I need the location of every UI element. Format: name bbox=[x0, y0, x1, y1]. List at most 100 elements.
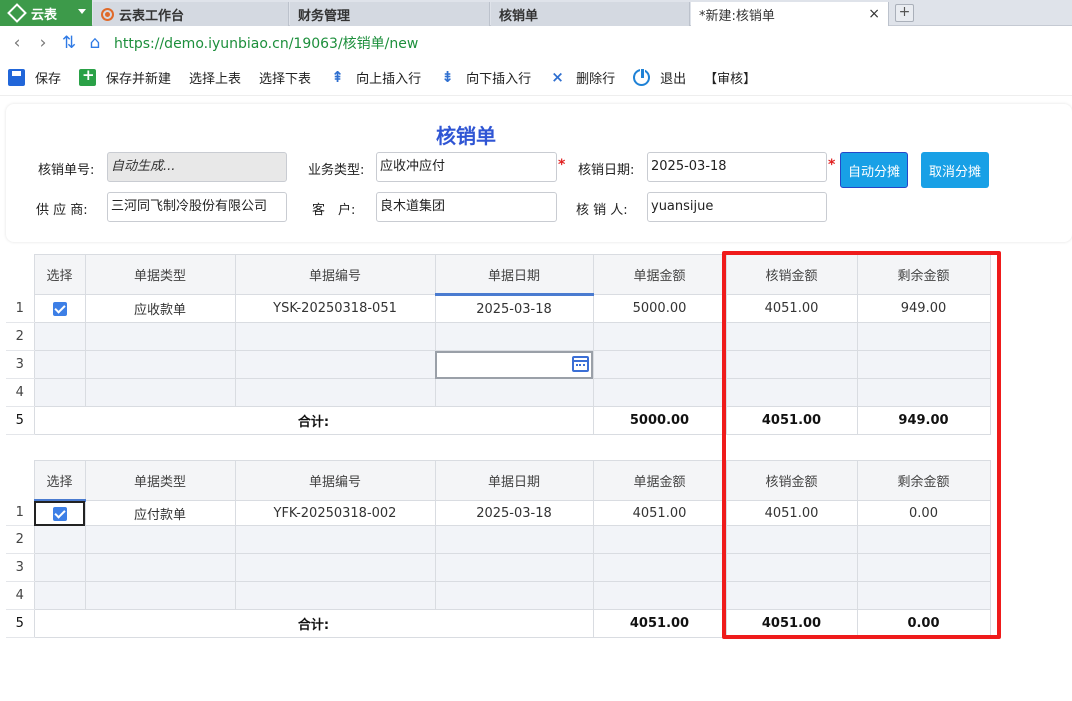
grid-cell[interactable] bbox=[33, 553, 86, 582]
grid-cell[interactable] bbox=[84, 581, 236, 610]
grid-cell[interactable] bbox=[84, 378, 236, 407]
grid-cell[interactable] bbox=[84, 350, 236, 379]
insert-above-icon: ⇞ bbox=[331, 68, 344, 86]
grid-cell[interactable] bbox=[84, 525, 236, 554]
grid-cell[interactable] bbox=[234, 525, 436, 554]
col-select[interactable]: 选择 bbox=[33, 254, 86, 295]
select-lower-table-button[interactable]: 选择下表 bbox=[259, 68, 311, 87]
home-icon[interactable]: ⌂ bbox=[82, 33, 108, 53]
exit-button[interactable]: 退出 bbox=[633, 68, 686, 87]
grid-cell[interactable] bbox=[592, 378, 727, 407]
row-number: 2 bbox=[6, 525, 34, 554]
grid-cell[interactable] bbox=[234, 378, 436, 407]
grid-cell[interactable] bbox=[434, 378, 594, 407]
back-icon[interactable]: ‹ bbox=[4, 33, 30, 53]
doc-date-cell[interactable]: 2025-03-18 bbox=[434, 500, 594, 526]
insert-row-above-button[interactable]: ⇞ 向上插入行 bbox=[329, 68, 421, 88]
checkbox-checked-icon[interactable] bbox=[52, 506, 67, 521]
save-button[interactable]: 保存 bbox=[8, 68, 61, 87]
col-doc-amount[interactable]: 单据金额 bbox=[592, 460, 727, 501]
required-mark: * bbox=[828, 157, 836, 173]
select-upper-table-button[interactable]: 选择上表 bbox=[189, 68, 241, 87]
date-picker-cell[interactable] bbox=[434, 350, 594, 379]
grid-cell[interactable] bbox=[592, 581, 727, 610]
url-field[interactable]: https://demo.iyunbiao.cn/19063/核销单/new bbox=[114, 33, 418, 53]
tab-finance[interactable]: 财务管理 bbox=[290, 2, 490, 26]
insert-below-label: 向下插入行 bbox=[466, 72, 532, 87]
cancel-allocate-button[interactable]: 取消分摊 bbox=[921, 152, 989, 188]
save-and-new-button[interactable]: 保存并新建 bbox=[79, 66, 172, 87]
row-number: 4 bbox=[6, 581, 34, 610]
select-cell[interactable] bbox=[33, 500, 86, 526]
insert-row-below-button[interactable]: ⇟ 向下插入行 bbox=[439, 68, 532, 88]
grid-cell[interactable] bbox=[33, 581, 86, 610]
app-logo-icon bbox=[7, 3, 27, 23]
col-doc-type[interactable]: 单据类型 bbox=[84, 254, 236, 295]
total-doc-amount: 5000.00 bbox=[592, 406, 727, 435]
col-doc-date[interactable]: 单据日期 bbox=[434, 254, 594, 296]
grid-cell[interactable] bbox=[234, 581, 436, 610]
tab-workbench[interactable]: 云表工作台 bbox=[93, 2, 289, 26]
doc-no-field: 自动生成... bbox=[107, 152, 287, 182]
grid-cell[interactable] bbox=[234, 322, 436, 351]
row-number: 5 bbox=[6, 406, 34, 435]
col-doc-code[interactable]: 单据编号 bbox=[234, 460, 436, 501]
col-doc-amount[interactable]: 单据金额 bbox=[592, 254, 727, 295]
refresh-icon[interactable]: ⇅ bbox=[56, 33, 82, 53]
close-icon[interactable]: × bbox=[868, 6, 880, 22]
tab-writeoff[interactable]: 核销单 bbox=[491, 2, 690, 26]
grid-cell[interactable] bbox=[434, 553, 594, 582]
total-doc-amount: 4051.00 bbox=[592, 609, 727, 638]
col-doc-date[interactable]: 单据日期 bbox=[434, 460, 594, 501]
grid-cell[interactable] bbox=[592, 322, 727, 351]
grid-cell[interactable] bbox=[592, 350, 727, 379]
grid-cell[interactable] bbox=[33, 525, 86, 554]
calendar-icon[interactable] bbox=[571, 356, 589, 372]
required-mark: * bbox=[558, 157, 566, 173]
col-select[interactable]: 选择 bbox=[33, 460, 86, 502]
total-label: 合计: bbox=[33, 406, 594, 435]
doc-amount-cell[interactable]: 5000.00 bbox=[592, 294, 727, 323]
delete-row-button[interactable]: ⨯ 删除行 bbox=[549, 68, 615, 88]
biz-type-field[interactable]: 应收冲应付 bbox=[376, 152, 557, 182]
operator-field[interactable]: yuansijue bbox=[647, 192, 827, 222]
new-tab-button[interactable]: + bbox=[895, 4, 914, 22]
customer-field[interactable]: 良木道集团 bbox=[376, 192, 557, 222]
supplier-field[interactable]: 三河同飞制冷股份有限公司 bbox=[107, 192, 287, 222]
grid-cell[interactable] bbox=[234, 350, 436, 379]
grid-cell[interactable] bbox=[592, 525, 727, 554]
grid-cell[interactable] bbox=[434, 322, 594, 351]
doc-type-cell[interactable]: 应收款单 bbox=[84, 294, 236, 323]
save-and-new-label: 保存并新建 bbox=[106, 72, 172, 87]
date-field[interactable]: 2025-03-18 bbox=[647, 152, 827, 182]
doc-code-cell[interactable]: YSK-20250318-051 bbox=[234, 294, 436, 323]
col-doc-code[interactable]: 单据编号 bbox=[234, 254, 436, 295]
grid-cell[interactable] bbox=[84, 553, 236, 582]
tab-label: 云表工作台 bbox=[119, 8, 185, 24]
grid-cell[interactable] bbox=[592, 553, 727, 582]
grid-cell[interactable] bbox=[234, 553, 436, 582]
grid-cell[interactable] bbox=[33, 378, 86, 407]
grid-cell[interactable] bbox=[33, 350, 86, 379]
forward-icon[interactable]: › bbox=[30, 33, 56, 53]
total-label: 合计: bbox=[33, 609, 594, 638]
doc-type-cell[interactable]: 应付款单 bbox=[84, 500, 236, 526]
grid-cell[interactable] bbox=[434, 581, 594, 610]
doc-date-cell[interactable]: 2025-03-18 bbox=[434, 294, 594, 323]
doc-amount-cell[interactable]: 4051.00 bbox=[592, 500, 727, 526]
grid-cell[interactable] bbox=[84, 322, 236, 351]
auto-allocate-button[interactable]: 自动分摊 bbox=[840, 152, 908, 188]
doc-code-cell[interactable]: YFK-20250318-002 bbox=[234, 500, 436, 526]
tab-label: 核销单 bbox=[499, 8, 539, 24]
col-doc-type[interactable]: 单据类型 bbox=[84, 460, 236, 501]
audit-button[interactable]: 【审核】 bbox=[704, 68, 756, 87]
grid-cell[interactable] bbox=[434, 525, 594, 554]
audit-label: 【审核】 bbox=[704, 72, 757, 87]
grid-cell[interactable] bbox=[33, 322, 86, 351]
checkbox-checked-icon[interactable] bbox=[52, 301, 67, 316]
select-cell[interactable] bbox=[33, 294, 86, 323]
chevron-down-icon[interactable] bbox=[78, 9, 86, 14]
tab-new-writeoff[interactable]: *新建:核销单 × bbox=[691, 2, 889, 26]
date-label: 核销日期: bbox=[578, 163, 635, 178]
app-logo-tab[interactable]: 云表 bbox=[0, 0, 92, 26]
